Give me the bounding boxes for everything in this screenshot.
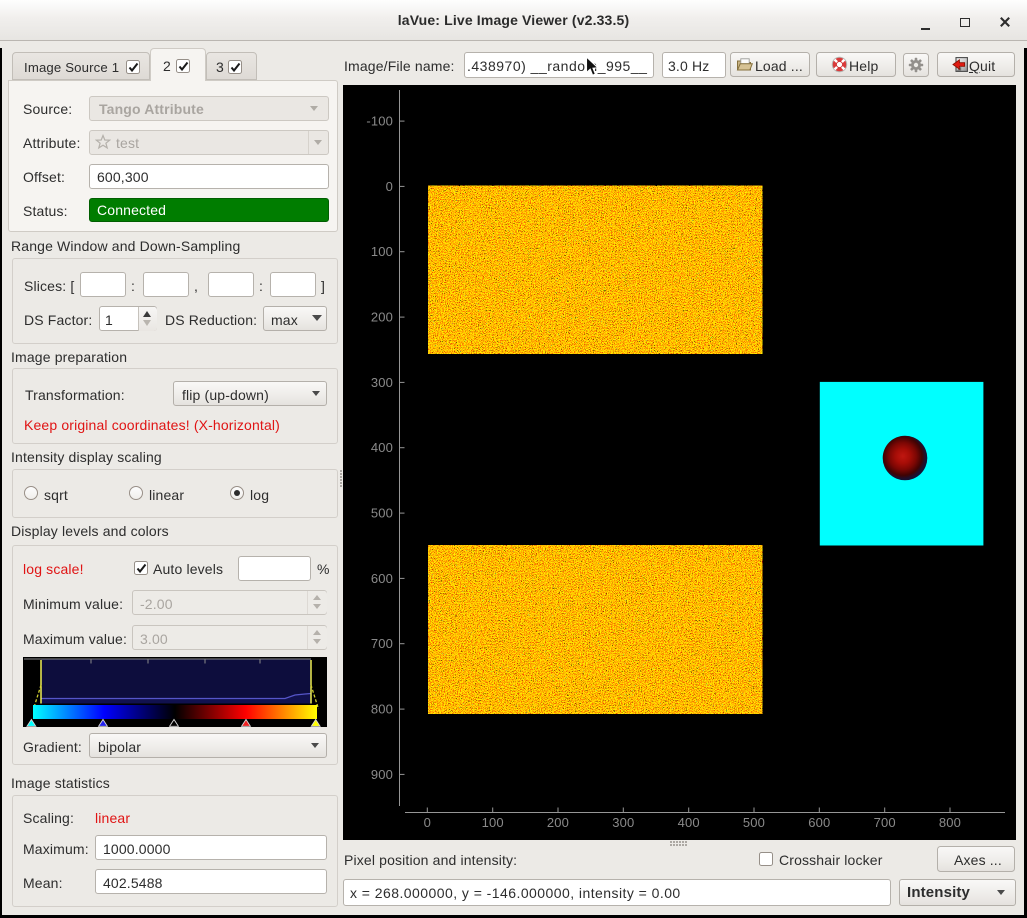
svg-text:300: 300 xyxy=(612,815,634,830)
svg-text:500: 500 xyxy=(743,815,765,830)
svg-text:200: 200 xyxy=(547,815,569,830)
svg-text:700: 700 xyxy=(371,636,393,651)
svg-text:100: 100 xyxy=(482,815,504,830)
svg-text:400: 400 xyxy=(678,815,700,830)
svg-text:800: 800 xyxy=(939,815,961,830)
svg-text:-100: -100 xyxy=(366,114,393,129)
svg-text:200: 200 xyxy=(371,310,393,325)
svg-text:800: 800 xyxy=(371,702,393,717)
svg-text:0: 0 xyxy=(386,179,393,194)
svg-text:600: 600 xyxy=(371,571,393,586)
svg-text:600: 600 xyxy=(808,815,830,830)
svg-text:300: 300 xyxy=(371,375,393,390)
svg-text:400: 400 xyxy=(371,440,393,455)
svg-text:700: 700 xyxy=(874,815,896,830)
svg-text:900: 900 xyxy=(371,767,393,782)
svg-text:100: 100 xyxy=(371,244,393,259)
svg-text:500: 500 xyxy=(371,506,393,521)
svg-text:0: 0 xyxy=(424,815,431,830)
